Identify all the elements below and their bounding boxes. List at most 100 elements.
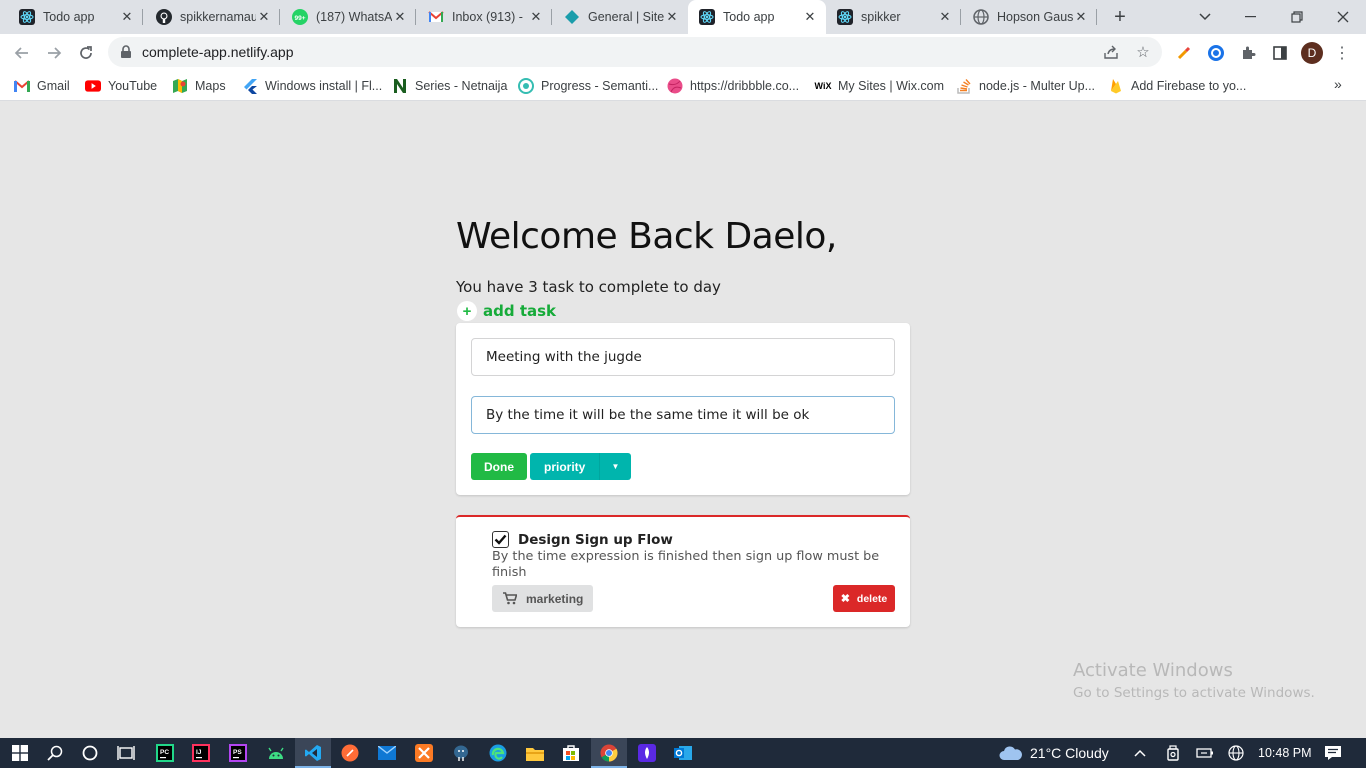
activate-windows-watermark: Activate Windows Go to Settings to activ… <box>1073 660 1315 701</box>
bookmark-wix[interactable]: WiX My Sites | Wix.com <box>815 76 944 96</box>
bookmark-firebase[interactable]: Add Firebase to yo... <box>1108 76 1246 96</box>
maps-icon <box>172 78 188 94</box>
address-bar[interactable]: complete-app.netlify.app ☆ <box>108 37 1162 67</box>
close-tab-icon[interactable]: ✕ <box>937 9 953 25</box>
edge-icon[interactable] <box>488 743 508 763</box>
bookmarks-bar: Gmail YouTube Maps Windows install | Fl.… <box>0 71 1366 101</box>
forward-arrow-icon[interactable] <box>40 39 68 67</box>
browser-tab[interactable]: Todo app ✕ <box>8 0 143 34</box>
mail-icon[interactable] <box>377 743 397 763</box>
menu-kebab-icon[interactable]: ⋮ <box>1334 42 1350 64</box>
browser-tab[interactable]: spikker ✕ <box>826 0 961 34</box>
search-icon[interactable] <box>45 743 65 763</box>
mongodb-compass-icon[interactable] <box>637 743 657 763</box>
priority-dropdown[interactable]: priority ▼ <box>530 453 631 480</box>
done-button[interactable]: Done <box>471 453 527 480</box>
tab-title: spikker <box>861 10 901 24</box>
delete-button[interactable]: ✖ delete <box>833 585 895 612</box>
browser-tab[interactable]: Hopson Gaus ✕ <box>962 0 1097 34</box>
notifications-icon[interactable] <box>1323 743 1343 763</box>
react-icon <box>837 9 853 25</box>
wix-icon: WiX <box>814 81 832 91</box>
minimize-icon[interactable] <box>1228 0 1274 34</box>
usb-device-icon[interactable] <box>1163 743 1183 763</box>
task-view-icon[interactable] <box>116 743 136 763</box>
close-tab-icon[interactable]: ✕ <box>802 9 818 25</box>
browser-tab-strip: Todo app ✕ spikkernamau ✕ 99+ (187) What… <box>0 0 1366 34</box>
gmail-icon <box>14 78 30 94</box>
app-page: Welcome Back Daelo, You have 3 task to c… <box>0 102 1366 738</box>
bookmark-flutter[interactable]: Windows install | Fl... <box>242 76 382 96</box>
diamond-icon <box>564 9 580 25</box>
bookmark-netnaija[interactable]: Series - Netnaija <box>392 76 507 96</box>
browser-tab[interactable]: 99+ (187) WhatsA ✕ <box>281 0 416 34</box>
add-task-button[interactable]: + add task <box>457 301 556 321</box>
bookmark-stackoverflow[interactable]: node.js - Multer Up... <box>956 76 1095 96</box>
file-explorer-icon[interactable] <box>525 743 545 763</box>
browser-tab-active[interactable]: Todo app ✕ <box>688 0 826 34</box>
close-tab-icon[interactable]: ✕ <box>1073 9 1089 25</box>
tab-divider <box>551 9 552 25</box>
close-tab-icon[interactable]: ✕ <box>664 9 680 25</box>
bookmark-youtube[interactable]: YouTube <box>85 76 157 96</box>
weather-text[interactable]: 21°C Cloudy <box>1030 738 1109 768</box>
side-panel-icon[interactable] <box>1270 43 1290 63</box>
task-description-input[interactable]: By the time it will be the same time it … <box>471 396 895 434</box>
outlook-icon[interactable] <box>673 743 693 763</box>
url-text: complete-app.netlify.app <box>142 44 294 60</box>
microsoft-store-icon[interactable] <box>561 743 581 763</box>
pycharm-icon[interactable]: PC <box>155 743 175 763</box>
browser-tab[interactable]: General | Site ✕ <box>553 0 688 34</box>
chevron-up-icon[interactable] <box>1130 743 1150 763</box>
flutter-icon <box>242 78 258 94</box>
puzzle-extensions-icon[interactable] <box>1238 43 1258 63</box>
close-x-icon: ✖ <box>840 593 850 605</box>
close-tab-icon[interactable]: ✕ <box>392 9 408 25</box>
vscode-icon[interactable] <box>303 743 323 763</box>
browser-tab[interactable]: Inbox (913) - ✕ <box>417 0 552 34</box>
network-globe-icon[interactable] <box>1226 743 1246 763</box>
edge-extension-icon[interactable] <box>1206 43 1226 63</box>
shopping-cart-icon <box>503 592 517 605</box>
phpstorm-icon[interactable]: PS <box>228 743 248 763</box>
browser-tab[interactable]: spikkernamau ✕ <box>145 0 280 34</box>
bookmark-gmail[interactable]: Gmail <box>14 76 70 96</box>
firebase-icon <box>1108 78 1124 94</box>
cortana-icon[interactable] <box>80 743 100 763</box>
postman-icon[interactable] <box>340 743 360 763</box>
cloud-weather-icon[interactable] <box>999 743 1023 763</box>
close-tab-icon[interactable]: ✕ <box>256 9 272 25</box>
close-window-icon[interactable] <box>1320 0 1366 34</box>
android-studio-icon[interactable] <box>266 743 286 763</box>
caret-down-icon[interactable]: ▼ <box>599 453 631 480</box>
more-bookmarks-chevron-icon[interactable]: » <box>1334 76 1342 92</box>
reload-icon[interactable] <box>72 39 100 67</box>
task-done-checkbox[interactable] <box>492 531 509 548</box>
bookmark-star-icon[interactable]: ☆ <box>1134 43 1152 61</box>
clock-time[interactable]: 10:48 PM <box>1258 738 1312 768</box>
profile-avatar[interactable]: D <box>1301 42 1323 64</box>
color-picker-extension-icon[interactable] <box>1174 43 1194 63</box>
restore-icon[interactable] <box>1274 0 1320 34</box>
tab-search-chevron-icon[interactable] <box>1182 0 1228 34</box>
tab-divider <box>142 9 143 25</box>
share-icon[interactable] <box>1102 43 1120 61</box>
new-tab-plus-icon[interactable]: + <box>1108 5 1132 29</box>
xampp-icon[interactable] <box>414 743 434 763</box>
tab-divider <box>415 9 416 25</box>
close-tab-icon[interactable]: ✕ <box>119 9 135 25</box>
react-icon <box>19 9 35 25</box>
bookmark-dribbble[interactable]: https://dribbble.co... <box>667 76 799 96</box>
battery-icon[interactable] <box>1195 743 1215 763</box>
lock-icon[interactable] <box>120 45 132 64</box>
chrome-icon[interactable] <box>599 743 619 763</box>
back-arrow-icon[interactable] <box>8 39 36 67</box>
postgresql-icon[interactable] <box>451 743 471 763</box>
bookmark-semantic[interactable]: Progress - Semanti... <box>518 76 658 96</box>
bookmark-maps[interactable]: Maps <box>172 76 226 96</box>
close-tab-icon[interactable]: ✕ <box>528 9 544 25</box>
whatsapp-icon: 99+ <box>292 9 308 25</box>
windows-start-icon[interactable] <box>10 743 30 763</box>
intellij-icon[interactable]: IJ <box>191 743 211 763</box>
task-title-input[interactable]: Meeting with the jugde <box>471 338 895 376</box>
